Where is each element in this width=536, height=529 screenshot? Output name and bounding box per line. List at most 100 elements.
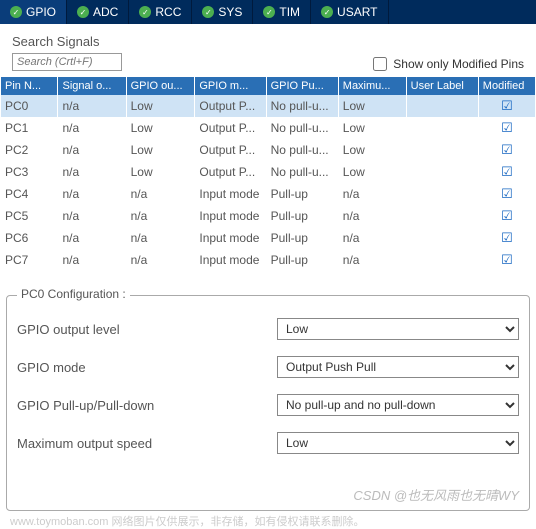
check-icon: ✓	[263, 6, 275, 18]
tab-adc[interactable]: ✓ADC	[67, 0, 129, 24]
check-icon: ☑	[501, 252, 513, 267]
cell-modified: ☑	[479, 183, 535, 205]
cell-out: Low	[127, 95, 195, 117]
show-only-modified-checkbox[interactable]	[373, 57, 387, 71]
col-signal[interactable]: Signal o...	[58, 77, 125, 95]
check-icon: ☑	[501, 208, 513, 223]
cell-mode: Output P...	[195, 95, 265, 117]
cell-pin: PC6	[1, 227, 57, 249]
tab-label: SYS	[218, 5, 242, 19]
search-input[interactable]	[12, 53, 122, 71]
table-row[interactable]: PC0n/aLowOutput P...No pull-u...Low☑	[1, 95, 535, 117]
cell-user	[407, 139, 478, 161]
table-row[interactable]: PC3n/aLowOutput P...No pull-u...Low☑	[1, 161, 535, 183]
cell-modified: ☑	[479, 161, 535, 183]
gpio-mode-label: GPIO mode	[17, 360, 277, 375]
cell-max: n/a	[339, 227, 406, 249]
col-modified[interactable]: Modified	[479, 77, 535, 95]
gpio-pull-select[interactable]: No pull-up and no pull-down	[277, 394, 519, 416]
table-row[interactable]: PC2n/aLowOutput P...No pull-u...Low☑	[1, 139, 535, 161]
table-header-row: Pin N... Signal o... GPIO ou... GPIO m..…	[1, 77, 535, 95]
tab-label: ADC	[93, 5, 118, 19]
cell-max: n/a	[339, 205, 406, 227]
cell-pull: No pull-u...	[267, 95, 338, 117]
pin-config-panel: PC0 Configuration : GPIO output level Lo…	[6, 295, 530, 511]
tab-label: RCC	[155, 5, 181, 19]
cell-pull: Pull-up	[267, 183, 338, 205]
cell-modified: ☑	[479, 95, 535, 117]
table-row[interactable]: PC5n/an/aInput modePull-upn/a☑	[1, 205, 535, 227]
output-level-label: GPIO output level	[17, 322, 277, 337]
show-only-modified-label: Show only Modified Pins	[393, 57, 524, 71]
show-only-modified-wrap[interactable]: Show only Modified Pins	[373, 57, 524, 71]
check-icon: ✓	[10, 6, 22, 18]
cell-pin: PC2	[1, 139, 57, 161]
gpio-mode-select[interactable]: Output Push Pull	[277, 356, 519, 378]
cell-mode: Output P...	[195, 117, 265, 139]
check-icon: ✓	[202, 6, 214, 18]
cell-max: n/a	[339, 183, 406, 205]
output-level-select[interactable]: Low	[277, 318, 519, 340]
table-row[interactable]: PC4n/an/aInput modePull-upn/a☑	[1, 183, 535, 205]
cell-signal: n/a	[58, 249, 125, 271]
check-icon: ☑	[501, 120, 513, 135]
tab-label: TIM	[279, 5, 300, 19]
table-row[interactable]: PC1n/aLowOutput P...No pull-u...Low☑	[1, 117, 535, 139]
table-row[interactable]: PC7n/an/aInput modePull-upn/a☑	[1, 249, 535, 271]
cell-mode: Input mode	[195, 227, 265, 249]
search-area: Search Signals Show only Modified Pins	[0, 24, 536, 77]
cell-out: n/a	[127, 227, 195, 249]
check-icon: ☑	[501, 164, 513, 179]
tab-label: USART	[337, 5, 377, 19]
tab-usart[interactable]: ✓ USART	[311, 0, 388, 24]
cell-signal: n/a	[58, 205, 125, 227]
max-speed-select[interactable]: Low	[277, 432, 519, 454]
cell-pin: PC1	[1, 117, 57, 139]
col-maximum[interactable]: Maximu...	[339, 77, 406, 95]
tab-gpio[interactable]: ✓GPIO	[0, 0, 67, 24]
tabs-bar: ✓GPIO✓ADC✓RCC✓SYS✓TIM✓USART	[0, 0, 536, 24]
tab-tim[interactable]: ✓ TIM	[253, 0, 311, 24]
cell-signal: n/a	[58, 183, 125, 205]
cell-user	[407, 227, 478, 249]
cell-pull: No pull-u...	[267, 161, 338, 183]
check-icon: ✓	[139, 6, 151, 18]
col-gpio-mode[interactable]: GPIO m...	[195, 77, 265, 95]
cell-mode: Input mode	[195, 249, 265, 271]
check-icon: ☑	[501, 230, 513, 245]
cell-out: n/a	[127, 249, 195, 271]
cell-modified: ☑	[479, 117, 535, 139]
cell-mode: Input mode	[195, 183, 265, 205]
col-gpio-pull[interactable]: GPIO Pu...	[267, 77, 338, 95]
cell-modified: ☑	[479, 249, 535, 271]
cell-max: Low	[339, 117, 406, 139]
config-legend: PC0 Configuration :	[17, 287, 130, 301]
col-pin[interactable]: Pin N...	[1, 77, 57, 95]
col-gpio-out[interactable]: GPIO ou...	[127, 77, 195, 95]
cell-pull: Pull-up	[267, 205, 338, 227]
table-row[interactable]: PC6n/an/aInput modePull-upn/a☑	[1, 227, 535, 249]
cell-out: Low	[127, 161, 195, 183]
tab-rcc[interactable]: ✓ RCC	[129, 0, 192, 24]
gpio-pull-label: GPIO Pull-up/Pull-down	[17, 398, 277, 413]
cell-signal: n/a	[58, 161, 125, 183]
tab-sys[interactable]: ✓ SYS	[192, 0, 253, 24]
cell-max: Low	[339, 139, 406, 161]
cell-out: n/a	[127, 183, 195, 205]
cell-signal: n/a	[58, 227, 125, 249]
cell-pull: Pull-up	[267, 249, 338, 271]
cell-signal: n/a	[58, 117, 125, 139]
check-icon: ✓	[321, 6, 333, 18]
cell-pin: PC5	[1, 205, 57, 227]
cell-mode: Output P...	[195, 161, 265, 183]
cell-max: n/a	[339, 249, 406, 271]
col-user[interactable]: User Label	[407, 77, 478, 95]
cell-pin: PC7	[1, 249, 57, 271]
cell-max: Low	[339, 95, 406, 117]
cell-user	[407, 117, 478, 139]
check-icon: ☑	[501, 142, 513, 157]
max-speed-label: Maximum output speed	[17, 436, 277, 451]
cell-modified: ☑	[479, 139, 535, 161]
cell-user	[407, 249, 478, 271]
cell-signal: n/a	[58, 95, 125, 117]
